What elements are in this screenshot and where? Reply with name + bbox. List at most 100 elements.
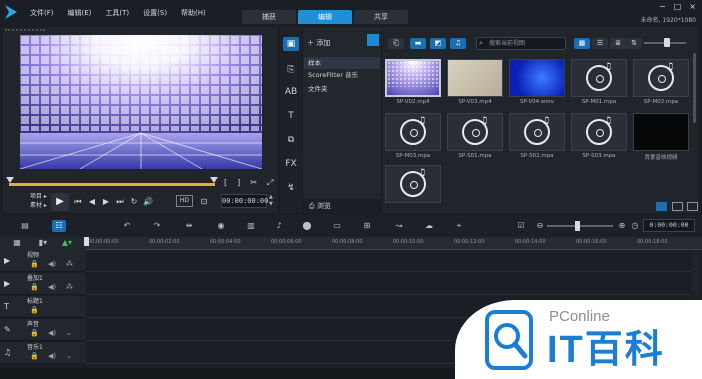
import-media-icon[interactable]: ⎗ — [388, 38, 404, 49]
video-track-lane[interactable] — [86, 250, 691, 272]
library-panel-toggle-icon[interactable] — [656, 202, 667, 211]
end-icon[interactable]: ⏭ — [115, 197, 125, 207]
browse-button[interactable]: ⎙ 浏览 — [303, 199, 381, 213]
library-thumbnail[interactable] — [447, 59, 503, 97]
tab-capture[interactable]: 捕获 — [242, 10, 296, 24]
library-thumbnail[interactable] — [633, 113, 689, 151]
mark-in-button[interactable]: [ — [224, 178, 227, 188]
volume-icon[interactable]: 🔊 — [143, 197, 153, 207]
split-clip-icon[interactable]: ✂ — [250, 178, 257, 188]
sound-mixer-icon[interactable]: ▥ — [244, 220, 258, 232]
tab-share[interactable]: 共享 — [354, 10, 408, 24]
menu-tools[interactable]: 工具(T) — [105, 8, 129, 18]
lock-icon[interactable]: 🔒 — [30, 329, 39, 337]
track-audio-icon[interactable]: ◀) — [48, 352, 56, 360]
folder-item-samples[interactable]: 样本 — [304, 57, 380, 69]
enlarge-preview-icon[interactable]: ⤢ — [267, 178, 273, 188]
scrub-bar[interactable] — [9, 183, 215, 186]
minimize-icon[interactable]: − — [659, 2, 666, 11]
menu-help[interactable]: 帮助(H) — [181, 8, 206, 18]
speed-remap-icon[interactable]: ↝ — [392, 220, 406, 232]
timeline-view-icon[interactable]: ☷ — [52, 220, 66, 232]
undo-icon[interactable]: ↶ — [120, 220, 134, 232]
thumbnail-view-icon[interactable]: ▦ — [574, 38, 590, 49]
sort-icon[interactable]: ⇅ — [626, 38, 642, 49]
maximize-icon[interactable]: □ — [674, 2, 682, 11]
expand-track-icon[interactable]: ⌄ — [66, 352, 72, 360]
library-search-input[interactable]: 搜索当前视图 — [476, 37, 566, 50]
filter-icon[interactable]: FX — [283, 157, 299, 171]
ripple-icon[interactable]: ⁂ — [66, 260, 73, 268]
library-thumbnail[interactable]: ♫ — [385, 113, 441, 151]
redo-icon[interactable]: ↷ — [150, 220, 164, 232]
details-view-icon[interactable]: ≣ — [610, 38, 626, 49]
motion-tracking-icon[interactable]: ⬤ — [300, 220, 314, 232]
close-icon[interactable]: × — [689, 2, 696, 11]
storyboard-view-icon[interactable]: ▤ — [18, 220, 32, 232]
library-panel-options-icon[interactable] — [672, 202, 683, 211]
folder-item-folder[interactable]: 文件夹 — [304, 83, 380, 95]
folder-item-scorefitter[interactable]: ScoreFitter 音乐 — [304, 69, 380, 81]
graphics-icon[interactable]: ⧉ — [283, 133, 299, 147]
chapter-marker-icon[interactable]: ▮▾ — [36, 237, 50, 249]
menu-file[interactable]: 文件(F) — [30, 8, 54, 18]
library-thumbnail[interactable]: ♫ — [447, 113, 503, 151]
timeline-zoom-knob[interactable] — [575, 221, 580, 231]
transition-icon[interactable]: AB — [283, 85, 299, 99]
show-photos-icon[interactable]: ◩ — [430, 38, 446, 49]
tab-edit[interactable]: 编辑 — [298, 10, 352, 24]
media-library-icon[interactable]: ▣ — [283, 37, 299, 51]
add-folder-button[interactable]: ＋ 添加 — [307, 38, 330, 48]
add-cue-icon[interactable]: ▲▾ — [60, 237, 74, 249]
home-icon[interactable]: ⏮ — [73, 197, 83, 207]
subtitle-editor-icon[interactable]: ▭ — [330, 220, 344, 232]
track-audio-icon[interactable]: ◀) — [48, 283, 56, 291]
timeline-zoom-slider[interactable] — [547, 225, 613, 227]
zoom-in-icon[interactable]: ⊕ — [615, 220, 629, 232]
library-thumbnail[interactable]: ♫ — [571, 113, 627, 151]
zoom-out-icon[interactable]: ⊖ — [533, 220, 547, 232]
multi-trim-icon[interactable]: ⊞ — [360, 220, 374, 232]
library-thumbnail[interactable]: ♫ — [571, 59, 627, 97]
library-scrollbar[interactable] — [693, 53, 696, 123]
playhead[interactable] — [84, 237, 89, 246]
lock-icon[interactable]: 🔒 — [30, 352, 39, 360]
mask-creator-icon[interactable]: ☁ — [422, 220, 436, 232]
library-panel-expand-icon[interactable] — [687, 202, 698, 211]
instant-project-icon[interactable]: ⎘ — [283, 63, 299, 77]
trim-end-handle[interactable] — [210, 177, 218, 183]
clip-mode-label[interactable]: 素材 ▸ — [30, 200, 47, 209]
track-audio-icon[interactable]: ◀) — [48, 329, 56, 337]
fit-project-icon[interactable]: ◷ — [628, 220, 642, 232]
next-frame-icon[interactable]: ▶ — [101, 197, 111, 207]
lock-icon[interactable]: 🔒 — [30, 283, 39, 291]
expand-track-icon[interactable]: ⌄ — [66, 329, 72, 337]
mark-out-button[interactable]: ] — [237, 178, 240, 188]
fit-timeline-icon[interactable]: ⇹ — [182, 220, 196, 232]
library-thumbnail[interactable]: ♫ — [509, 113, 565, 151]
folder-options-icon[interactable] — [367, 34, 379, 46]
library-thumbnail[interactable]: ♫ — [633, 59, 689, 97]
player-timecode[interactable]: 00:00:00:00 — [221, 194, 268, 208]
lock-icon[interactable]: 🔒 — [30, 306, 39, 314]
pan-zoom-icon[interactable]: ⌖ — [452, 220, 466, 232]
track-manager-icon[interactable]: ▦ — [10, 237, 24, 249]
library-thumbnail[interactable]: ♫ — [385, 165, 441, 203]
smart-proxy-icon[interactable]: ☑ — [514, 220, 528, 232]
repeat-icon[interactable]: ↻ — [129, 197, 139, 207]
thumbnail-size-knob[interactable] — [664, 38, 670, 47]
menu-settings[interactable]: 设置(S) — [143, 8, 167, 18]
aspect-ratio-icon[interactable]: ⊡ — [199, 197, 209, 207]
play-button[interactable]: ▶ — [51, 193, 69, 211]
lock-icon[interactable]: 🔒 — [30, 260, 39, 268]
previous-frame-icon[interactable]: ◀ — [87, 197, 97, 207]
menu-edit[interactable]: 编辑(E) — [68, 8, 92, 18]
timeline-ruler[interactable]: 00:00:00:00 00:00:02:00 00:00:04:00 00:0… — [86, 237, 702, 250]
ripple-icon[interactable]: ⁂ — [66, 283, 73, 291]
library-thumbnail[interactable] — [509, 59, 565, 97]
record-capture-icon[interactable]: ◉ — [214, 220, 228, 232]
library-thumbnail[interactable] — [385, 59, 441, 97]
project-mode-label[interactable]: 项目 ▸ — [30, 191, 47, 200]
overlay-track-lane[interactable] — [86, 273, 691, 295]
timecode-spinner-icon[interactable]: ▲ ▼ — [269, 194, 273, 208]
